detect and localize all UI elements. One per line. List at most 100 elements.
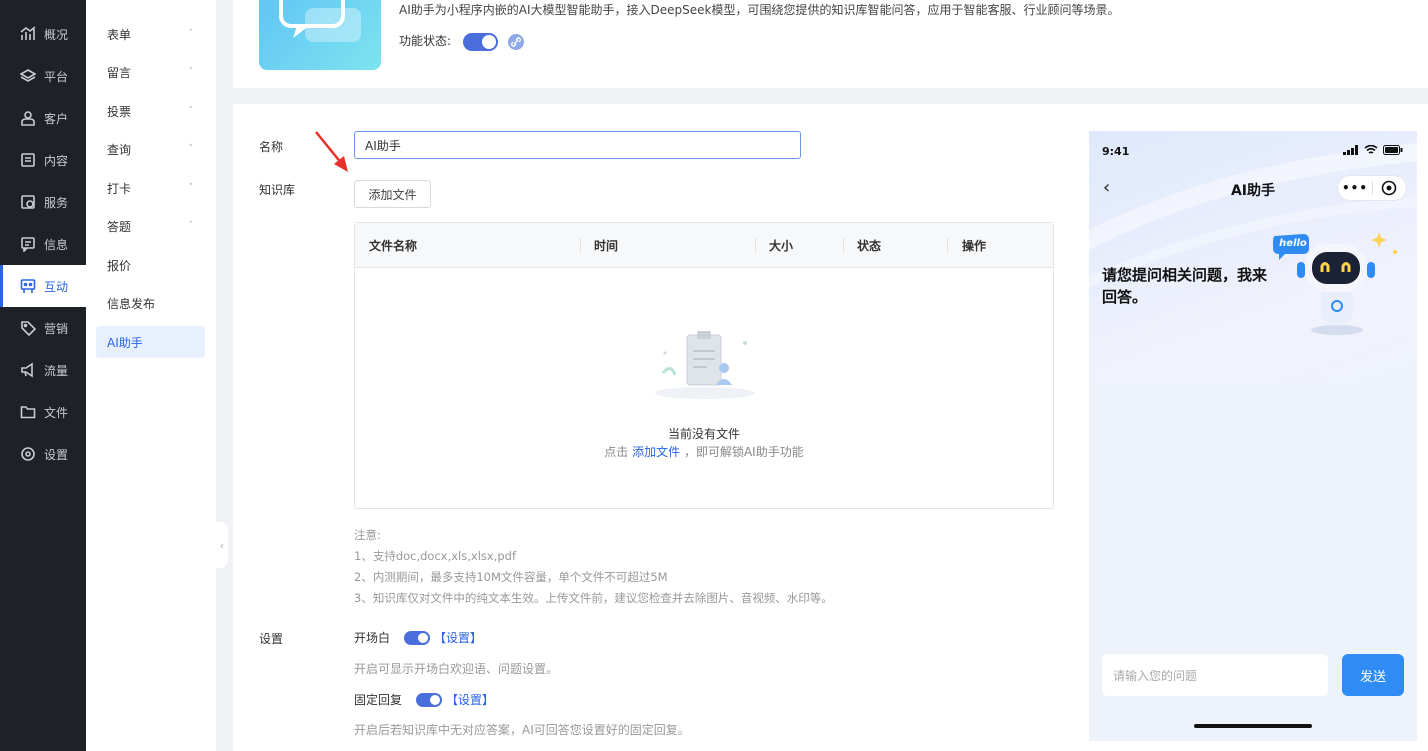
column-header: 大小 xyxy=(769,239,794,253)
subnav-item-label: AI助手 xyxy=(107,335,143,350)
feature-status: 功能状态: xyxy=(399,32,524,51)
chevron-down-icon: ˅ xyxy=(188,183,194,193)
signal-icon xyxy=(1343,144,1359,158)
feature-description: AI助手为小程序内嵌的AI大模型智能助手，接入DeepSeek模型，可围绕您提供… xyxy=(399,3,1120,17)
nav-item-traffic[interactable]: 流量 xyxy=(0,349,86,391)
battery-icon xyxy=(1383,144,1403,158)
tag-icon xyxy=(20,320,36,336)
fixed-reply-setting: 固定回复 【设置】 xyxy=(354,691,494,708)
document-icon xyxy=(20,152,36,168)
nav-item-platform[interactable]: 平台 xyxy=(0,55,86,97)
column-header: 文件名称 xyxy=(369,239,418,253)
table-header: 文件名称 时间 大小 状态 操作 xyxy=(355,223,1053,268)
file-table: 文件名称 时间 大小 状态 操作 当前没有文件 点击 添加文件 ，即可解锁AI助… xyxy=(354,222,1054,509)
chart-icon xyxy=(20,26,36,42)
opening-settings-link[interactable]: 【设置】 xyxy=(434,629,482,646)
nav-item-marketing[interactable]: 营销 xyxy=(0,307,86,349)
home-indicator xyxy=(1194,724,1312,728)
nav-item-overview[interactable]: 概况 xyxy=(0,13,86,55)
service-icon xyxy=(20,194,36,210)
subnav-item-publish[interactable]: 信息发布 xyxy=(96,287,205,319)
wifi-icon xyxy=(1364,144,1378,158)
subnav-item-label: 报价 xyxy=(107,258,132,273)
subnav-item-label: 投票 xyxy=(107,104,132,119)
empty-add-file-link[interactable]: 添加文件 xyxy=(632,445,680,459)
nav-item-label: 客户 xyxy=(44,111,69,126)
fixed-reply-settings-link[interactable]: 【设置】 xyxy=(446,691,494,708)
setting-label: 固定回复 xyxy=(354,693,403,707)
knowledge-base-label: 知识库 xyxy=(259,183,296,197)
status-bar-icons xyxy=(1343,144,1403,158)
user-icon xyxy=(20,110,36,126)
nav-item-service[interactable]: 服务 xyxy=(0,181,86,223)
robot-mascot: hello xyxy=(1259,226,1409,346)
name-input[interactable] xyxy=(354,131,801,159)
folder-icon xyxy=(20,404,36,420)
fixed-reply-toggle[interactable] xyxy=(416,692,443,707)
close-target-icon[interactable] xyxy=(1373,180,1406,196)
subnav-item-query[interactable]: 查询 ˅ xyxy=(96,133,205,165)
nav-item-message[interactable]: 信息 xyxy=(0,223,86,265)
sub-sidebar: 表单 ˅ 留言 ˅ 投票 ˅ 查询 ˅ 打卡 ˅ 答题 ˅ 报价 信息发布 AI助手 xyxy=(86,0,216,751)
nav-item-settings[interactable]: 设置 xyxy=(0,433,86,475)
empty-state-title: 当前没有文件 xyxy=(667,427,740,441)
nav-item-label: 文件 xyxy=(44,405,69,420)
interact-icon xyxy=(20,278,36,294)
note-line: 2、内测期间，最多支持10M文件容量，单个文件不可超过5M xyxy=(354,570,668,584)
setting-label: 开场白 xyxy=(354,631,391,645)
add-file-button[interactable]: 添加文件 xyxy=(354,180,431,208)
send-button[interactable]: 发送 xyxy=(1342,654,1404,696)
link-icon[interactable] xyxy=(507,33,524,50)
column-divider xyxy=(755,238,756,253)
settings-label: 设置 xyxy=(259,632,284,646)
chevron-down-icon: ˅ xyxy=(188,221,194,231)
nav-item-label: 内容 xyxy=(44,153,69,168)
subnav-item-quote[interactable]: 报价 xyxy=(96,249,205,281)
status-bar-time: 9:41 xyxy=(1102,145,1130,158)
column-header: 操作 xyxy=(962,239,987,253)
setting-description: 开启后若知识库中无对应答案，AI可回答您设置好的固定回复。 xyxy=(354,723,690,737)
mini-program-capsule: ••• xyxy=(1337,175,1407,201)
status-label: 功能状态: xyxy=(399,34,452,48)
message-icon xyxy=(20,236,36,252)
nav-item-files[interactable]: 文件 xyxy=(0,391,86,433)
main-sidebar: 概况 平台 客户 内容 服务 信息 互动 营销 流量 文件 设置 xyxy=(0,0,86,751)
question-input[interactable]: 请输入您的问题 xyxy=(1102,654,1328,696)
ai-assistant-logo xyxy=(259,0,381,70)
hello-bubble: hello xyxy=(1279,238,1307,249)
subnav-item-label: 留言 xyxy=(107,65,132,80)
nav-item-label: 营销 xyxy=(44,321,69,336)
setting-description: 开启可显示开场白欢迎语、问题设置。 xyxy=(354,662,559,676)
subnav-item-label: 表单 xyxy=(107,27,132,42)
subnav-item-ai-assistant[interactable]: AI助手 xyxy=(96,326,205,358)
greeting-text: 请您提问相关问题，我来回答。 xyxy=(1102,266,1268,306)
empty-state-illustration-icon xyxy=(655,331,755,399)
subnav-item-checkin[interactable]: 打卡 ˅ xyxy=(96,172,205,204)
subnav-item-label: 打卡 xyxy=(107,181,132,196)
subnav-item-form[interactable]: 表单 ˅ xyxy=(96,18,205,50)
subnav-item-vote[interactable]: 投票 ˅ xyxy=(96,95,205,127)
note-line: 1、支持doc,docx,xls,xlsx,pdf xyxy=(354,549,516,563)
column-divider xyxy=(947,238,948,253)
subnav-item-quiz[interactable]: 答题 ˅ xyxy=(96,210,205,242)
note-title: 注意: xyxy=(354,528,381,542)
empty-state-hint: 点击 添加文件 ，即可解锁AI助手功能 xyxy=(355,443,1053,460)
column-header: 状态 xyxy=(857,239,882,253)
collapse-handle[interactable]: ‹ xyxy=(216,522,228,568)
nav-item-label: 服务 xyxy=(44,195,69,210)
nav-item-content[interactable]: 内容 xyxy=(0,139,86,181)
empty-hint-suffix: ，即可解锁AI助手功能 xyxy=(683,445,804,459)
more-icon[interactable]: ••• xyxy=(1338,181,1372,195)
chevron-down-icon: ˅ xyxy=(188,29,194,39)
name-label: 名称 xyxy=(259,140,284,154)
column-header: 时间 xyxy=(594,239,619,253)
feature-status-toggle[interactable] xyxy=(462,32,498,51)
column-divider xyxy=(580,238,581,253)
nav-item-customer[interactable]: 客户 xyxy=(0,97,86,139)
chevron-left-icon: ‹ xyxy=(219,538,225,552)
app-header-card: AI助手为小程序内嵌的AI大模型智能助手，接入DeepSeek模型，可围绕您提供… xyxy=(233,0,1428,88)
nav-item-interact[interactable]: 互动 xyxy=(0,265,86,307)
subnav-item-label: 查询 xyxy=(107,142,132,157)
opening-toggle[interactable] xyxy=(404,630,431,645)
subnav-item-comment[interactable]: 留言 ˅ xyxy=(96,56,205,88)
